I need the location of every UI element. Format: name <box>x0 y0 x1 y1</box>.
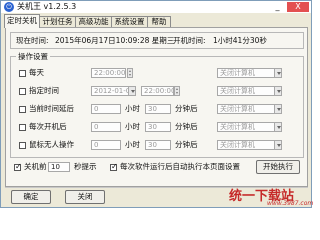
after-boot-minutes-unit: 分钟后 <box>175 122 198 131</box>
specified-time-spinner[interactable] <box>174 86 180 96</box>
daily-time-spinner[interactable] <box>127 68 133 78</box>
mouse-idle-label: 鼠标无人操作 <box>29 140 74 149</box>
close-button[interactable]: 关闭 <box>65 190 105 204</box>
tab-timed-shutdown[interactable]: 定时关机 <box>4 14 40 28</box>
chevron-down-icon[interactable] <box>274 140 282 150</box>
delay-hours-unit: 小时 <box>125 104 140 113</box>
chevron-down-icon[interactable] <box>128 86 136 96</box>
autorun-label: 每次软件运行后自动执行本页面设置 <box>120 162 240 171</box>
chevron-down-icon[interactable] <box>274 122 282 132</box>
mouse-idle-hours-unit: 小时 <box>125 140 140 149</box>
shutdown-prompt-checkbox[interactable] <box>14 162 22 171</box>
specified-time-checkbox[interactable] <box>19 88 26 95</box>
close-window-button[interactable]: X <box>287 2 309 12</box>
after-boot-hours-unit: 小时 <box>125 122 140 131</box>
after-boot-hours-input[interactable]: 0 <box>91 122 121 132</box>
chevron-down-icon[interactable] <box>274 86 282 96</box>
title-bar: ⏻ 关机王 v1.2.5.3 _ X <box>1 1 311 13</box>
operation-settings-title: 操作设置 <box>16 52 50 62</box>
ok-button[interactable]: 确定 <box>11 190 51 204</box>
daily-action-select[interactable]: 关闭计算机 <box>217 68 275 78</box>
mouse-idle-action-select[interactable]: 关闭计算机 <box>217 140 275 150</box>
after-boot-checkbox[interactable] <box>19 124 26 131</box>
specified-time-label: 指定时间 <box>29 86 59 95</box>
uptime-value: 1小时41分30秒 <box>213 36 267 45</box>
mouse-idle-checkbox[interactable] <box>19 142 26 149</box>
uptime-label: 开机时间: <box>173 36 206 45</box>
time-info-box: 现在时间: 2015年06月17日10:09:28 星期三 开机时间: 1小时4… <box>10 32 304 49</box>
after-boot-action-select[interactable]: 关闭计算机 <box>217 122 275 132</box>
delay-checkbox[interactable] <box>19 106 26 113</box>
window-title: 关机王 v1.2.5.3 <box>17 2 77 11</box>
start-execute-button[interactable]: 开始执行 <box>256 160 300 174</box>
after-boot-label: 每次开机后 <box>29 122 67 131</box>
specified-action-select[interactable]: 关闭计算机 <box>217 86 275 96</box>
daily-label: 每天 <box>29 68 44 77</box>
autorun-checkbox[interactable] <box>110 162 118 171</box>
delay-minutes-input[interactable]: 30 <box>145 104 171 114</box>
delay-minutes-unit: 分钟后 <box>175 104 198 113</box>
shutdown-prompt-prefix: 关机前 <box>24 162 47 171</box>
tab-bar: 定时关机 计划任务 高级功能 系统设置 帮助 <box>2 13 310 28</box>
daily-time-input[interactable]: 22:00:00 <box>91 68 126 78</box>
after-boot-minutes-input[interactable]: 30 <box>145 122 171 132</box>
app-icon: ⏻ <box>4 2 14 12</box>
minimize-button[interactable]: _ <box>272 2 283 12</box>
delay-action-select[interactable]: 关闭计算机 <box>217 104 275 114</box>
watermark-url: www.3987.com <box>267 200 314 207</box>
now-time-label: 现在时间: <box>16 36 49 45</box>
delay-label: 当前时间延后 <box>29 104 74 113</box>
app-window: ⏻ 关机王 v1.2.5.3 _ X 定时关机 计划任务 高级功能 系统设置 帮… <box>0 0 314 208</box>
operation-settings-group: 操作设置 每天 22:00:00 关闭计算机 指定时间 2012-01-01 2… <box>10 52 304 158</box>
specified-time-input[interactable]: 22:00:00 <box>141 86 174 96</box>
chevron-down-icon[interactable] <box>274 104 282 114</box>
specified-date-input[interactable]: 2012-01-01 <box>91 86 129 96</box>
prompt-seconds-input[interactable]: 10 <box>48 162 70 172</box>
daily-checkbox[interactable] <box>19 70 26 77</box>
chevron-down-icon[interactable] <box>274 68 282 78</box>
tab-panel: 现在时间: 2015年06月17日10:09:28 星期三 开机时间: 1小时4… <box>5 27 308 187</box>
shutdown-prompt-suffix: 秒提示 <box>74 162 97 171</box>
delay-hours-input[interactable]: 0 <box>91 104 121 114</box>
mouse-idle-minutes-unit: 分钟后 <box>175 140 198 149</box>
now-time-value: 2015年06月17日10:09:28 星期三 <box>55 36 175 45</box>
mouse-idle-hours-input[interactable]: 0 <box>91 140 121 150</box>
mouse-idle-minutes-input[interactable]: 30 <box>145 140 171 150</box>
